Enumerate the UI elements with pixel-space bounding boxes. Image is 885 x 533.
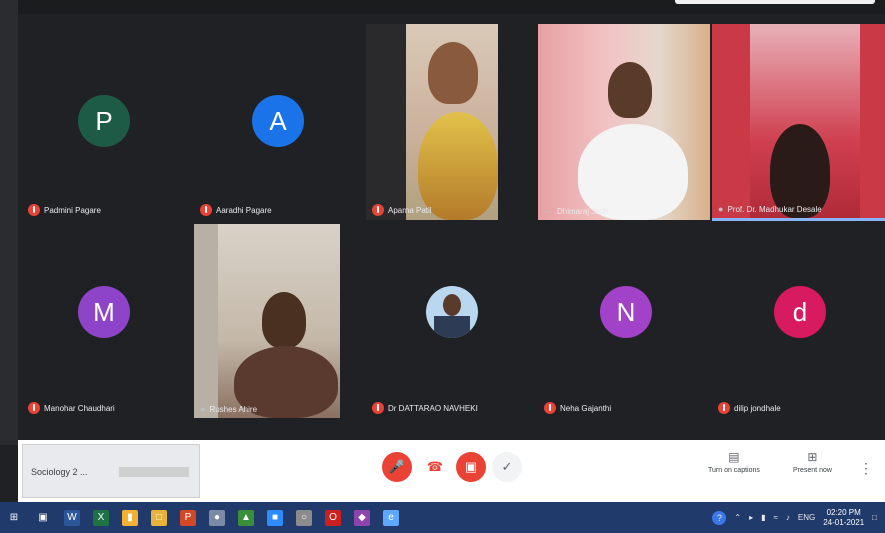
left-strip xyxy=(0,0,18,445)
chrome-icon[interactable]: ○ xyxy=(296,509,312,526)
wifi-icon[interactable]: ≈ xyxy=(774,513,778,522)
participant-tile[interactable]: Aparna Patil xyxy=(366,24,498,220)
participant-tile[interactable]: ● Prof. Dr. Madhukar Desale xyxy=(712,24,885,218)
mic-off-icon xyxy=(718,402,730,414)
participant-tile[interactable]: M Manohar Chaudhari xyxy=(22,224,192,418)
camera-off-icon: ▣ xyxy=(464,459,478,474)
participant-tile[interactable]: ● Rushes Ahire xyxy=(194,224,340,418)
participant-tile[interactable]: P Padmini Pagare xyxy=(22,24,192,220)
folder-icon[interactable]: □ xyxy=(151,509,167,526)
task-view-icon[interactable]: ▣ xyxy=(35,510,51,526)
participant-name: dilip jondhale xyxy=(718,402,781,414)
file-explorer-icon[interactable]: ▮ xyxy=(122,509,138,526)
word-icon[interactable]: W xyxy=(64,509,80,526)
mic-off-icon xyxy=(544,402,556,414)
clock-time: 02:20 PM xyxy=(826,507,861,517)
mic-off-icon xyxy=(28,204,40,216)
avatar: M xyxy=(78,286,130,338)
powerpoint-icon[interactable]: P xyxy=(180,509,196,526)
clock[interactable]: 02:20 PM 24-01-2021 xyxy=(823,508,864,528)
mic-off-icon: 🎤 xyxy=(388,459,406,474)
app-icon[interactable]: ● xyxy=(209,509,225,526)
participant-name: ● Prof. Dr. Madhukar Desale xyxy=(718,204,822,214)
avatar-photo xyxy=(426,286,478,338)
participant-tile[interactable]: A Aaradhi Pagare xyxy=(194,24,364,220)
network-icon[interactable]: ▸ xyxy=(749,513,753,522)
captions-label: Turn on captions xyxy=(708,467,760,474)
person-head xyxy=(262,292,306,348)
raise-hand-button[interactable]: ✓ xyxy=(492,452,522,482)
participant-name: Dr DATTARAO NAVHEKI xyxy=(372,402,478,414)
participant-name: Manohar Chaudhari xyxy=(28,402,115,414)
battery-icon[interactable]: ▮ xyxy=(761,513,765,522)
participant-tile[interactable]: d dilip jondhale xyxy=(712,224,885,418)
presentation-thumbnail[interactable]: Sociology 2 ... xyxy=(22,444,200,498)
meet-window: P Padmini Pagare A Aaradhi Pagare Aparna… xyxy=(0,0,885,533)
mic-off-icon xyxy=(372,204,384,216)
participant-name: Padmini Pagare xyxy=(28,204,101,216)
green-app-icon[interactable]: ▲ xyxy=(238,509,254,526)
participant-name: Aaradhi Pagare xyxy=(200,204,272,216)
participant-tile[interactable]: N Neha Gajanthi xyxy=(538,224,710,418)
phone-hangup-icon: ☎ xyxy=(426,459,444,474)
mic-off-icon xyxy=(372,402,384,414)
purple-app-icon[interactable]: ◆ xyxy=(354,509,370,526)
raise-hand-icon: ✓ xyxy=(501,459,513,474)
present-icon: ⊞ xyxy=(807,450,818,464)
person-head xyxy=(608,62,652,118)
photo-suit xyxy=(434,316,470,338)
presentation-bar xyxy=(119,467,189,477)
avatar: N xyxy=(600,286,652,338)
opera-icon[interactable]: O xyxy=(325,509,341,526)
photo-face xyxy=(443,294,461,316)
language-indicator[interactable]: ENG xyxy=(798,513,815,522)
help-icon[interactable]: ? xyxy=(712,510,727,525)
windows-taskbar: ⊞ ▣ W X ▮ □ P ● ▲ ■ ○ O ◆ e ? ⌃ ▸ ▮ ≈ ♪ … xyxy=(0,502,885,533)
top-right-bar xyxy=(675,0,875,4)
mic-off-icon xyxy=(200,204,212,216)
meeting-controls: Sociology 2 ... 🎤 ☎ ▣ ✓ ▤ Turn on captio… xyxy=(18,440,885,502)
mic-indicator-icon: ● xyxy=(718,204,724,214)
present-label: Present now xyxy=(793,467,832,474)
participant-name: Aparna Patil xyxy=(372,204,432,216)
participant-tile[interactable]: Dr DATTARAO NAVHEKI xyxy=(366,224,536,418)
chevron-up-icon[interactable]: ⌃ xyxy=(734,513,741,522)
more-options-icon[interactable]: ⋮ xyxy=(859,460,873,477)
mic-indicator-icon: ● xyxy=(200,404,206,414)
leave-call-button[interactable]: ☎ xyxy=(418,452,452,482)
captions-button[interactable]: ▤ Turn on captions xyxy=(708,450,760,474)
active-speaker-bar xyxy=(712,218,885,221)
camera-toggle-button[interactable]: ▣ xyxy=(456,452,486,482)
clock-date: 24-01-2021 xyxy=(823,517,865,527)
volume-icon[interactable]: ♪ xyxy=(786,513,790,522)
present-now-button[interactable]: ⊞ Present now xyxy=(793,450,832,474)
system-tray: ? ⌃ ▸ ▮ ≈ ♪ ENG 02:20 PM 24-01-2021 □ xyxy=(712,502,885,533)
avatar: P xyxy=(78,95,130,147)
presentation-label: Sociology 2 ... xyxy=(31,467,88,477)
person-head xyxy=(428,42,478,104)
avatar: A xyxy=(252,95,304,147)
mic-toggle-button[interactable]: 🎤 xyxy=(382,452,412,482)
captions-icon: ▤ xyxy=(728,450,740,464)
participant-name: ● Rushes Ahire xyxy=(200,404,258,414)
avatar: d xyxy=(774,286,826,338)
zoom-icon[interactable]: ■ xyxy=(267,509,283,526)
notification-icon[interactable]: □ xyxy=(872,513,877,522)
mic-off-icon xyxy=(28,402,40,414)
participant-name: — Dhimaraj Jadh xyxy=(544,206,609,216)
windows-start-icon[interactable]: ⊞ xyxy=(6,510,22,526)
participant-tile[interactable]: — Dhimaraj Jadh xyxy=(538,24,710,220)
edge-icon[interactable]: e xyxy=(383,509,399,526)
excel-icon[interactable]: X xyxy=(93,509,109,526)
mic-indicator-icon: — xyxy=(544,206,553,216)
participant-name: Neha Gajanthi xyxy=(544,402,611,414)
